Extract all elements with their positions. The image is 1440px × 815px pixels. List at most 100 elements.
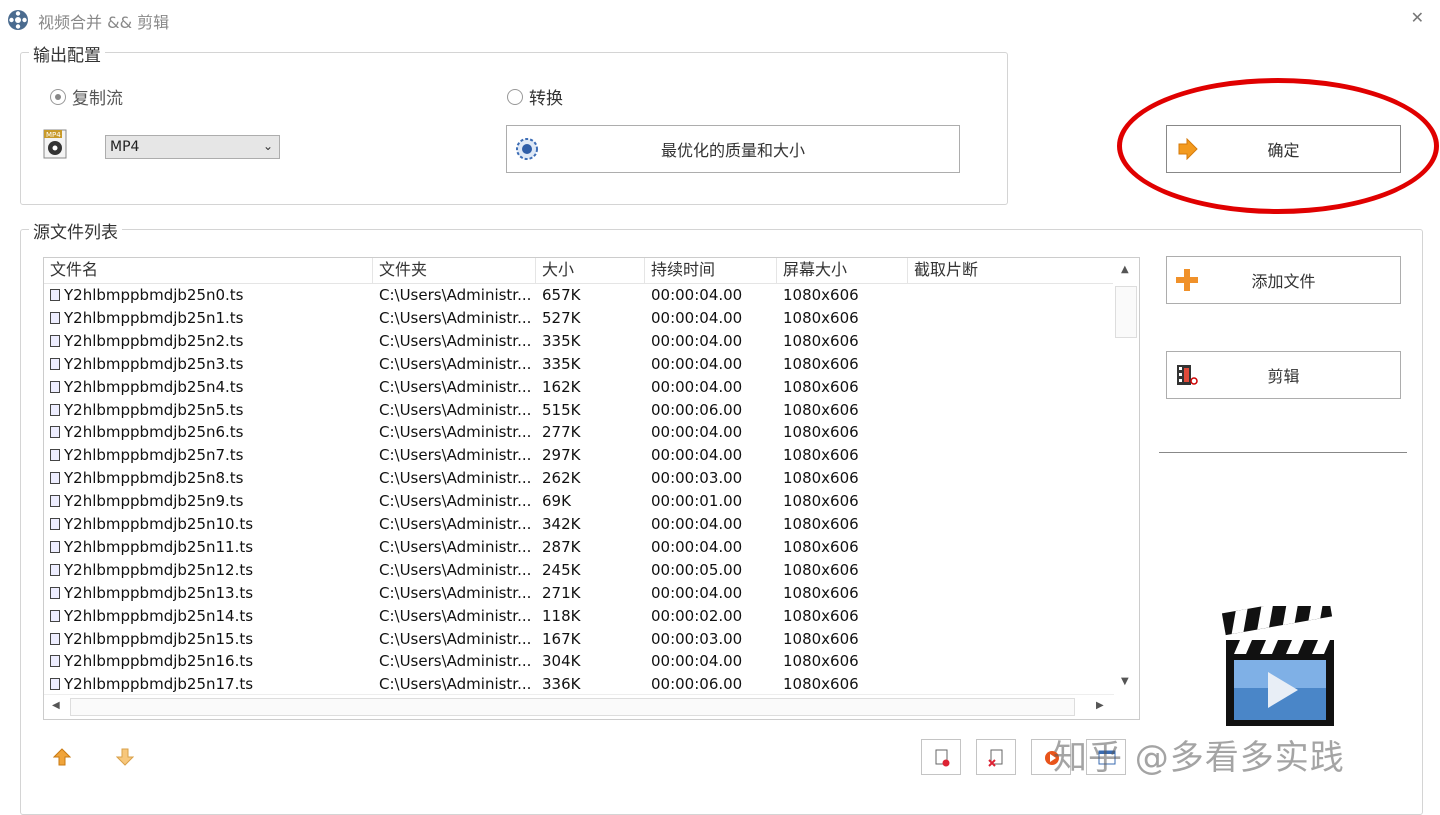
radio-convert[interactable]: 转换	[507, 84, 563, 109]
cell-screen-size: 1080x606	[783, 284, 908, 307]
cell-folder-text: C:\Users\Administr...	[379, 308, 532, 327]
move-up-icon[interactable]	[53, 748, 71, 766]
column-header-screen-size[interactable]: 屏幕大小	[777, 258, 908, 283]
film-reel-icon	[8, 10, 28, 30]
cell-duration: 00:00:04.00	[651, 353, 776, 376]
table-row[interactable]: Y2hlbmppbmdjb25n17.ts C:\Users\Administr.…	[44, 673, 1114, 696]
cell-size: 118K	[542, 605, 642, 628]
cell-duration-text: 00:00:04.00	[651, 377, 743, 396]
table-row[interactable]: Y2hlbmppbmdjb25n14.ts C:\Users\Administr.…	[44, 605, 1114, 628]
cell-filename-text: Y2hlbmppbmdjb25n15.ts	[64, 629, 254, 648]
table-row[interactable]: Y2hlbmppbmdjb25n0.ts C:\Users\Administr..…	[44, 284, 1114, 307]
column-header-size[interactable]: 大小	[536, 258, 645, 283]
cell-screen-size: 1080x606	[783, 605, 908, 628]
confirm-button[interactable]: 确定	[1166, 125, 1401, 173]
cell-duration-text: 00:00:04.00	[651, 331, 743, 350]
watermark-text: 知乎 @多看多实践	[1053, 738, 1345, 778]
cell-duration: 00:00:04.00	[651, 650, 776, 673]
file-icon	[50, 289, 60, 301]
column-header-duration[interactable]: 持续时间	[645, 258, 777, 283]
table-row[interactable]: Y2hlbmppbmdjb25n4.ts C:\Users\Administr..…	[44, 376, 1114, 399]
cell-filename-text: Y2hlbmppbmdjb25n11.ts	[64, 537, 254, 556]
table-row[interactable]: Y2hlbmppbmdjb25n12.ts C:\Users\Administr.…	[44, 559, 1114, 582]
table-row[interactable]: Y2hlbmppbmdjb25n6.ts C:\Users\Administr..…	[44, 421, 1114, 444]
table-row[interactable]: Y2hlbmppbmdjb25n10.ts C:\Users\Administr.…	[44, 513, 1114, 536]
cell-filename-text: Y2hlbmppbmdjb25n12.ts	[64, 560, 254, 579]
cell-filename: Y2hlbmppbmdjb25n8.ts	[50, 467, 370, 490]
column-header-folder[interactable]: 文件夹	[373, 258, 536, 283]
move-down-icon[interactable]	[116, 748, 134, 766]
table-row[interactable]: Y2hlbmppbmdjb25n11.ts C:\Users\Administr.…	[44, 536, 1114, 559]
cell-duration: 00:00:04.00	[651, 513, 776, 536]
table-row[interactable]: Y2hlbmppbmdjb25n16.ts C:\Users\Administr.…	[44, 650, 1114, 673]
table-row[interactable]: Y2hlbmppbmdjb25n3.ts C:\Users\Administr..…	[44, 353, 1114, 376]
table-row[interactable]: Y2hlbmppbmdjb25n2.ts C:\Users\Administr..…	[44, 330, 1114, 353]
table-row[interactable]: Y2hlbmppbmdjb25n9.ts C:\Users\Administr..…	[44, 490, 1114, 513]
cell-size-text: 271K	[542, 583, 581, 602]
cell-size-text: 118K	[542, 606, 581, 625]
cell-filename: Y2hlbmppbmdjb25n15.ts	[50, 628, 370, 651]
plus-icon	[1176, 269, 1198, 291]
table-row[interactable]: Y2hlbmppbmdjb25n5.ts C:\Users\Administr..…	[44, 399, 1114, 422]
cell-size-text: 245K	[542, 560, 581, 579]
file-icon	[50, 334, 60, 347]
cell-duration-text: 00:00:03.00	[651, 469, 743, 488]
file-list-view[interactable]: 文件名 文件夹 大小 持续时间 屏幕大小 截取片断 Y2hlbmppbmdjb2…	[43, 257, 1140, 720]
file-icon	[50, 495, 60, 508]
cell-size-text: 69K	[542, 492, 571, 511]
close-button[interactable]: ✕	[1411, 8, 1424, 27]
edit-button[interactable]: 剪辑	[1166, 351, 1401, 399]
vertical-scroll-thumb[interactable]	[1115, 286, 1137, 338]
column-header-clip[interactable]: 截取片断	[908, 258, 1114, 283]
file-icon	[50, 655, 60, 668]
horizontal-scrollbar[interactable]: ◀ ▶	[44, 694, 1114, 719]
chevron-down-icon: ⌄	[262, 139, 273, 153]
radio-copy-stream[interactable]: 复制流	[50, 84, 123, 109]
remove-file-button[interactable]	[921, 739, 961, 775]
table-row[interactable]: Y2hlbmppbmdjb25n1.ts C:\Users\Administr..…	[44, 307, 1114, 330]
cell-screen-size: 1080x606	[783, 399, 908, 422]
cell-folder-text: C:\Users\Administr...	[379, 675, 532, 694]
cell-filename-text: Y2hlbmppbmdjb25n8.ts	[64, 469, 244, 488]
table-row[interactable]: Y2hlbmppbmdjb25n13.ts C:\Users\Administr.…	[44, 582, 1114, 605]
cell-duration-text: 00:00:06.00	[651, 400, 743, 419]
cell-duration: 00:00:04.00	[651, 582, 776, 605]
cell-duration-text: 00:00:02.00	[651, 606, 743, 625]
cell-duration: 00:00:02.00	[651, 605, 776, 628]
cell-filename: Y2hlbmppbmdjb25n2.ts	[50, 330, 370, 353]
table-row[interactable]: Y2hlbmppbmdjb25n7.ts C:\Users\Administr..…	[44, 444, 1114, 467]
cell-size: 657K	[542, 284, 642, 307]
cell-folder: C:\Users\Administr...	[379, 628, 534, 651]
scroll-right-icon[interactable]: ▶	[1096, 700, 1104, 711]
cell-size-text: 304K	[542, 652, 581, 671]
horizontal-scroll-thumb[interactable]	[70, 698, 1075, 716]
cell-screen-size-text: 1080x606	[783, 331, 859, 350]
scroll-left-icon[interactable]: ◀	[52, 700, 60, 711]
cell-folder-text: C:\Users\Administr...	[379, 446, 532, 465]
scroll-up-icon[interactable]: ▲	[1121, 264, 1129, 275]
cell-screen-size-text: 1080x606	[783, 400, 859, 419]
clear-list-button[interactable]	[976, 739, 1016, 775]
table-row[interactable]: Y2hlbmppbmdjb25n8.ts C:\Users\Administr..…	[44, 467, 1114, 490]
vertical-scrollbar[interactable]: ▲ ▼	[1113, 258, 1139, 696]
cell-folder-text: C:\Users\Administr...	[379, 354, 532, 373]
cell-screen-size: 1080x606	[783, 467, 908, 490]
cell-folder: C:\Users\Administr...	[379, 605, 534, 628]
format-select[interactable]: MP4 ⌄	[105, 135, 280, 159]
cell-duration-text: 00:00:04.00	[651, 354, 743, 373]
cell-duration: 00:00:04.00	[651, 444, 776, 467]
cell-folder-text: C:\Users\Administr...	[379, 331, 532, 350]
cell-filename: Y2hlbmppbmdjb25n12.ts	[50, 559, 370, 582]
scroll-down-icon[interactable]: ▼	[1121, 676, 1129, 687]
cell-duration-text: 00:00:05.00	[651, 560, 743, 579]
cell-filename-text: Y2hlbmppbmdjb25n16.ts	[64, 652, 254, 671]
file-icon	[50, 311, 60, 324]
cell-duration-text: 00:00:04.00	[651, 423, 743, 442]
add-file-button[interactable]: 添加文件	[1166, 256, 1401, 304]
cell-filename-text: Y2hlbmppbmdjb25n4.ts	[64, 377, 244, 396]
file-remove-icon	[935, 749, 950, 767]
table-row[interactable]: Y2hlbmppbmdjb25n15.ts C:\Users\Administr.…	[44, 628, 1114, 651]
column-header-filename[interactable]: 文件名	[44, 258, 373, 283]
quality-settings-button[interactable]: 最优化的质量和大小	[506, 125, 960, 173]
cell-folder-text: C:\Users\Administr...	[379, 286, 532, 304]
